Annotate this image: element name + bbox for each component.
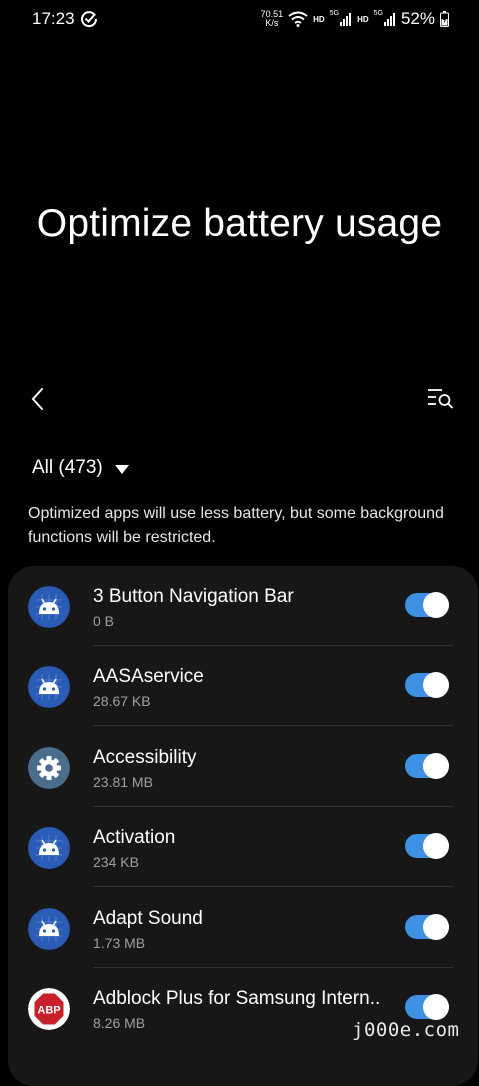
toggle-knob	[423, 833, 449, 859]
signal-icon-2	[383, 13, 395, 26]
app-size: 23.81 MB	[93, 774, 153, 790]
list-item[interactable]: 3 Button Navigation Bar 0 B	[8, 566, 478, 646]
optimize-toggle[interactable]	[405, 753, 449, 779]
app-name: Accessibility	[93, 747, 197, 768]
app-size: 8.26 MB	[93, 1015, 146, 1031]
description-text: Optimized apps will use less battery, bu…	[28, 505, 444, 546]
app-size: 234 KB	[93, 854, 139, 870]
network-type-label-2: 5G	[373, 10, 383, 17]
hd-label-2: HD	[357, 14, 369, 24]
battery-percent: 52%	[400, 9, 435, 28]
filter-label: All (473)	[32, 457, 103, 478]
network-type-label-1: 5G	[329, 10, 340, 17]
app-name: Activation	[93, 827, 176, 848]
optimize-toggle[interactable]	[405, 833, 449, 859]
wifi-icon	[288, 11, 308, 27]
optimize-toggle[interactable]	[405, 592, 449, 618]
optimize-toggle[interactable]	[405, 914, 449, 940]
toggle-knob	[423, 753, 449, 779]
network-speed: 70.51 K/s	[261, 10, 284, 28]
list-search-icon	[428, 389, 454, 409]
toggle-knob	[423, 914, 449, 940]
watermark: j000e.com	[352, 1019, 460, 1041]
abp-logo-text: ABP	[37, 1005, 60, 1017]
list-item[interactable]: Accessibility 23.81 MB	[8, 727, 478, 807]
signal-icon-1	[340, 13, 352, 26]
back-arrow-icon	[31, 388, 43, 410]
divider	[93, 725, 453, 726]
page-title: Optimize battery usage	[36, 202, 443, 245]
toggle-knob	[423, 994, 449, 1020]
app-list: 3 Button Navigation Bar 0 B AASAservice …	[8, 566, 478, 1086]
toggle-knob	[423, 592, 449, 618]
list-item[interactable]: AASAservice 28.67 KB	[8, 646, 478, 726]
android-icon	[28, 666, 70, 708]
app-name: 3 Button Navigation Bar	[93, 586, 294, 607]
android-icon	[28, 586, 70, 628]
status-time: 17:23	[32, 9, 75, 28]
app-name: Adapt Sound	[93, 908, 203, 929]
list-item[interactable]: Activation 234 KB	[8, 807, 478, 887]
app-size: 28.67 KB	[93, 693, 151, 709]
android-icon	[28, 827, 70, 869]
status-icons: 70.51 K/s HD 5G HD 5G 52%	[261, 8, 449, 30]
dropdown-arrow-icon	[114, 464, 129, 474]
gear-icon	[28, 747, 70, 789]
optimize-toggle[interactable]	[405, 994, 449, 1020]
optimize-toggle[interactable]	[405, 672, 449, 698]
app-name: AASAservice	[93, 666, 204, 687]
toggle-knob	[423, 672, 449, 698]
abp-icon: ABP	[28, 988, 70, 1030]
app-size: 0 B	[93, 613, 115, 629]
divider	[93, 886, 453, 887]
android-icon	[28, 908, 70, 950]
app-filter-dropdown[interactable]: All (473)	[32, 457, 129, 479]
search-filter-button[interactable]	[426, 386, 458, 414]
battery-charging-icon	[440, 11, 449, 27]
app-name: Adblock Plus for Samsung Intern..	[93, 988, 381, 1009]
hd-label-1: HD	[313, 14, 325, 24]
app-size: 1.73 MB	[93, 935, 146, 951]
status-bar: 17:23 70.51 K/s HD 5G HD 5G 52%	[0, 0, 479, 40]
check-circle-icon	[81, 11, 98, 28]
back-button[interactable]	[22, 384, 52, 414]
list-item[interactable]: Adapt Sound 1.73 MB	[8, 888, 478, 968]
network-speed-unit: K/s	[265, 18, 279, 28]
